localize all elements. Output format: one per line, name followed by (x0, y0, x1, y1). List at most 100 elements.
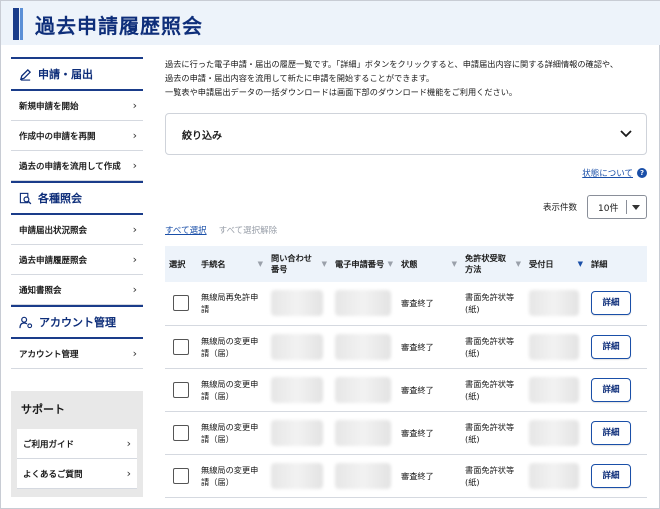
cell-procedure: 無線局再免許申請 (201, 292, 259, 315)
sidebar-item-account-management[interactable]: アカウント管理 › (11, 339, 143, 369)
page-description: 過去に行った電子申請・届出の履歴一覧です。「詳細」ボタンをクリックすると、申請届… (165, 59, 619, 97)
support-item-guide[interactable]: ご利用ガイド › (17, 429, 137, 459)
filter-label: 絞り込み (182, 130, 222, 142)
main-content: 過去に行った電子申請・届出の履歴一覧です。「詳細」ボタンをクリックすると、申請届… (165, 57, 647, 497)
page-size-select[interactable]: 10件 (587, 195, 647, 219)
redacted-application-number (335, 419, 391, 446)
redacted-received-date (529, 376, 579, 403)
table-row: 無線局の変更申請（届） 審査終了 書面免許状等(紙) 詳細 (165, 368, 647, 411)
sidebar-heading-application: 申請・届出 (11, 57, 143, 91)
sidebar-item-reuse-past[interactable]: 過去の申請を流用して作成 › (11, 151, 143, 181)
pencil-icon (19, 68, 32, 81)
question-icon: ? (637, 168, 647, 178)
title-accent-bar (13, 8, 19, 40)
sidebar-heading-account: アカウント管理 (11, 305, 143, 339)
header-detail: 詳細 (591, 258, 608, 269)
chevron-right-icon: › (132, 253, 137, 266)
sort-icon: ▼ (451, 259, 457, 268)
user-gear-icon (19, 316, 33, 328)
cell-status: 審査終了 (401, 384, 434, 395)
chevron-right-icon: › (126, 467, 131, 480)
sidebar-item-status-inquiry[interactable]: 申請届出状況照会 › (11, 215, 143, 245)
redacted-application-number (335, 290, 391, 317)
cell-receipt-method: 書面免許状等(紙) (465, 335, 515, 358)
page-size-label: 表示件数 (542, 203, 577, 213)
redacted-application-number (335, 462, 391, 489)
row-checkbox[interactable] (173, 381, 189, 398)
redacted-received-date (529, 333, 579, 360)
table-header-row: 選択 手続名 ▼ 問い合わせ番号 ▼ 電子申請番号 ▼ 状態 ▼ 免許状受取方法 ▼ 受付… (165, 246, 647, 282)
redacted-received-date (529, 419, 579, 446)
chevron-right-icon: › (132, 99, 137, 112)
row-checkbox[interactable] (173, 424, 189, 441)
page-size-control: 表示件数 10件 (543, 195, 647, 219)
chevron-right-icon: › (126, 437, 131, 450)
cell-status: 審査終了 (401, 427, 434, 438)
sidebar-heading-label: 各種照会 (38, 192, 82, 205)
table-row: 無線局の変更申請（届） 審査終了 書面免許状等(紙) 詳細 (165, 454, 647, 497)
header-inquiry-number[interactable]: 問い合わせ番号 ▼ (267, 246, 331, 282)
redacted-application-number (335, 376, 391, 403)
sidebar-heading-inquiry: 各種照会 (11, 181, 143, 215)
redacted-inquiry-number (271, 333, 323, 360)
chevron-right-icon: › (132, 129, 137, 142)
table-row: 無線局の変更申請（届） 審査終了 書面免許状等(紙) 詳細 (165, 325, 647, 368)
cell-receipt-method: 書面免許状等(紙) (465, 464, 515, 487)
support-item-faq[interactable]: よくあるご質問 › (17, 459, 137, 489)
cell-status: 審査終了 (401, 298, 434, 309)
header-procedure[interactable]: 手続名 ▼ (197, 246, 267, 282)
row-checkbox[interactable] (173, 338, 189, 355)
cell-procedure: 無線局の変更申請（届） (201, 464, 259, 487)
detail-button[interactable]: 詳細 (591, 463, 631, 488)
support-title: サポート (21, 403, 65, 416)
sidebar-item-notice-inquiry[interactable]: 通知書照会 › (11, 275, 143, 305)
redacted-inquiry-number (271, 290, 323, 317)
sort-icon: ▼ (257, 259, 263, 268)
redacted-inquiry-number (271, 376, 323, 403)
search-doc-icon (19, 192, 32, 204)
detail-button[interactable]: 詳細 (591, 291, 631, 316)
redacted-inquiry-number (271, 462, 323, 489)
selection-links: すべて選択 すべて選択解除 (165, 224, 277, 236)
header-received-date[interactable]: 受付日 ▼ (525, 246, 587, 282)
table-row: 無線局再免許申請 審査終了 書面免許状等(紙) 詳細 (165, 282, 647, 325)
detail-button[interactable]: 詳細 (591, 377, 631, 402)
row-checkbox[interactable] (173, 295, 189, 312)
header-receipt-method[interactable]: 免許状受取方法 ▼ (461, 246, 525, 282)
history-table: 選択 手続名 ▼ 問い合わせ番号 ▼ 電子申請番号 ▼ 状態 ▼ 免許状受取方法 ▼ 受付… (165, 246, 647, 498)
chevron-down-icon (620, 130, 632, 138)
detail-button[interactable]: 詳細 (591, 420, 631, 445)
cell-status: 審査終了 (401, 341, 434, 352)
filter-accordion[interactable]: 絞り込み (165, 113, 647, 155)
caret-down-icon (631, 204, 640, 210)
cell-procedure: 無線局の変更申請（届） (201, 335, 259, 358)
chevron-right-icon: › (132, 159, 137, 172)
header-application-number[interactable]: 電子申請番号 ▼ (331, 246, 397, 282)
row-checkbox[interactable] (173, 467, 189, 484)
page-frame: 過去申請履歴照会 申請・届出 新規申請を開始 › 作成中の申請を再開 › 過去の申請… (0, 0, 660, 509)
sort-icon: ▼ (387, 259, 393, 268)
sidebar-item-history-inquiry[interactable]: 過去申請履歴照会 › (11, 245, 143, 275)
redacted-received-date (529, 462, 579, 489)
table-row: 無線局の変更申請（届） 審査終了 書面免許状等(紙) 詳細 (165, 411, 647, 454)
chevron-right-icon: › (132, 223, 137, 236)
cell-procedure: 無線局の変更申請（届） (201, 378, 259, 401)
select-all-link[interactable]: すべて選択 (165, 224, 207, 236)
sort-icon: ▼ (515, 259, 521, 268)
sidebar-item-new-application[interactable]: 新規申請を開始 › (11, 91, 143, 121)
header-select: 選択 (169, 258, 186, 269)
cell-receipt-method: 書面免許状等(紙) (465, 378, 515, 401)
cell-receipt-method: 書面免許状等(紙) (465, 292, 515, 315)
status-help-link[interactable]: 状態について ? (582, 167, 647, 179)
detail-button[interactable]: 詳細 (591, 334, 631, 359)
sidebar-item-resume-draft[interactable]: 作成中の申請を再開 › (11, 121, 143, 151)
unselect-all-link[interactable]: すべて選択解除 (219, 224, 278, 236)
header-status[interactable]: 状態 ▼ (397, 246, 461, 282)
sidebar-heading-label: 申請・届出 (38, 68, 93, 81)
redacted-inquiry-number (271, 419, 323, 446)
sidebar-heading-label: アカウント管理 (39, 316, 116, 329)
cell-status: 審査終了 (401, 470, 434, 481)
redacted-application-number (335, 333, 391, 360)
redacted-received-date (529, 290, 579, 317)
sidebar: 申請・届出 新規申請を開始 › 作成中の申請を再開 › 過去の申請を流用して作成 › … (11, 57, 143, 497)
